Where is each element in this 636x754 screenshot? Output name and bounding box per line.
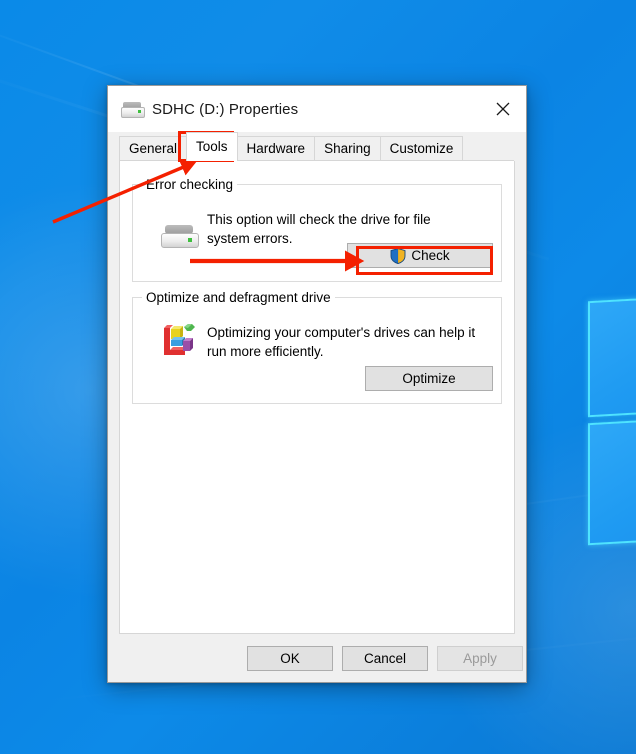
dialog-footer: OK Cancel Apply [108, 634, 526, 682]
optimize-button-label: Optimize [402, 371, 456, 386]
uac-shield-icon [390, 247, 406, 264]
tab-panel-tools: Error checking This option will check th… [119, 160, 515, 634]
drive-icon [121, 100, 145, 118]
title-bar: SDHC (D:) Properties [108, 86, 526, 132]
optimize-button[interactable]: Optimize [365, 366, 493, 391]
tab-general[interactable]: General [119, 136, 188, 161]
tab-tools[interactable]: Tools [186, 132, 238, 161]
window-title: SDHC (D:) Properties [152, 100, 299, 118]
tab-sharing[interactable]: Sharing [314, 136, 381, 161]
defragment-icon [161, 324, 195, 356]
apply-button: Apply [437, 646, 523, 671]
desktop-background: SDHC (D:) Properties General Tools Hardw… [0, 0, 636, 754]
windows-logo-pane [588, 294, 636, 418]
group-optimize-defragment: Optimize and defragment drive Optimizing… [132, 290, 502, 404]
group-error-checking-title: Error checking [142, 177, 238, 192]
hard-drive-icon [161, 223, 199, 248]
check-button-label: Check [411, 248, 450, 263]
group-error-checking: Error checking This option will check th… [132, 177, 502, 282]
ok-button[interactable]: OK [247, 646, 333, 671]
windows-logo-icon [586, 294, 636, 546]
windows-logo-pane [588, 416, 636, 546]
group-optimize-title: Optimize and defragment drive [142, 290, 335, 305]
tab-customize[interactable]: Customize [379, 136, 464, 161]
properties-dialog: SDHC (D:) Properties General Tools Hardw… [107, 85, 527, 683]
check-button[interactable]: Check [347, 243, 493, 268]
close-icon[interactable] [480, 86, 526, 132]
tab-hardware[interactable]: Hardware [236, 136, 316, 161]
cancel-button[interactable]: Cancel [342, 646, 428, 671]
tab-strip: General Tools Hardware Sharing Customize [108, 132, 526, 161]
optimize-description: Optimizing your computer's drives can he… [207, 325, 476, 359]
